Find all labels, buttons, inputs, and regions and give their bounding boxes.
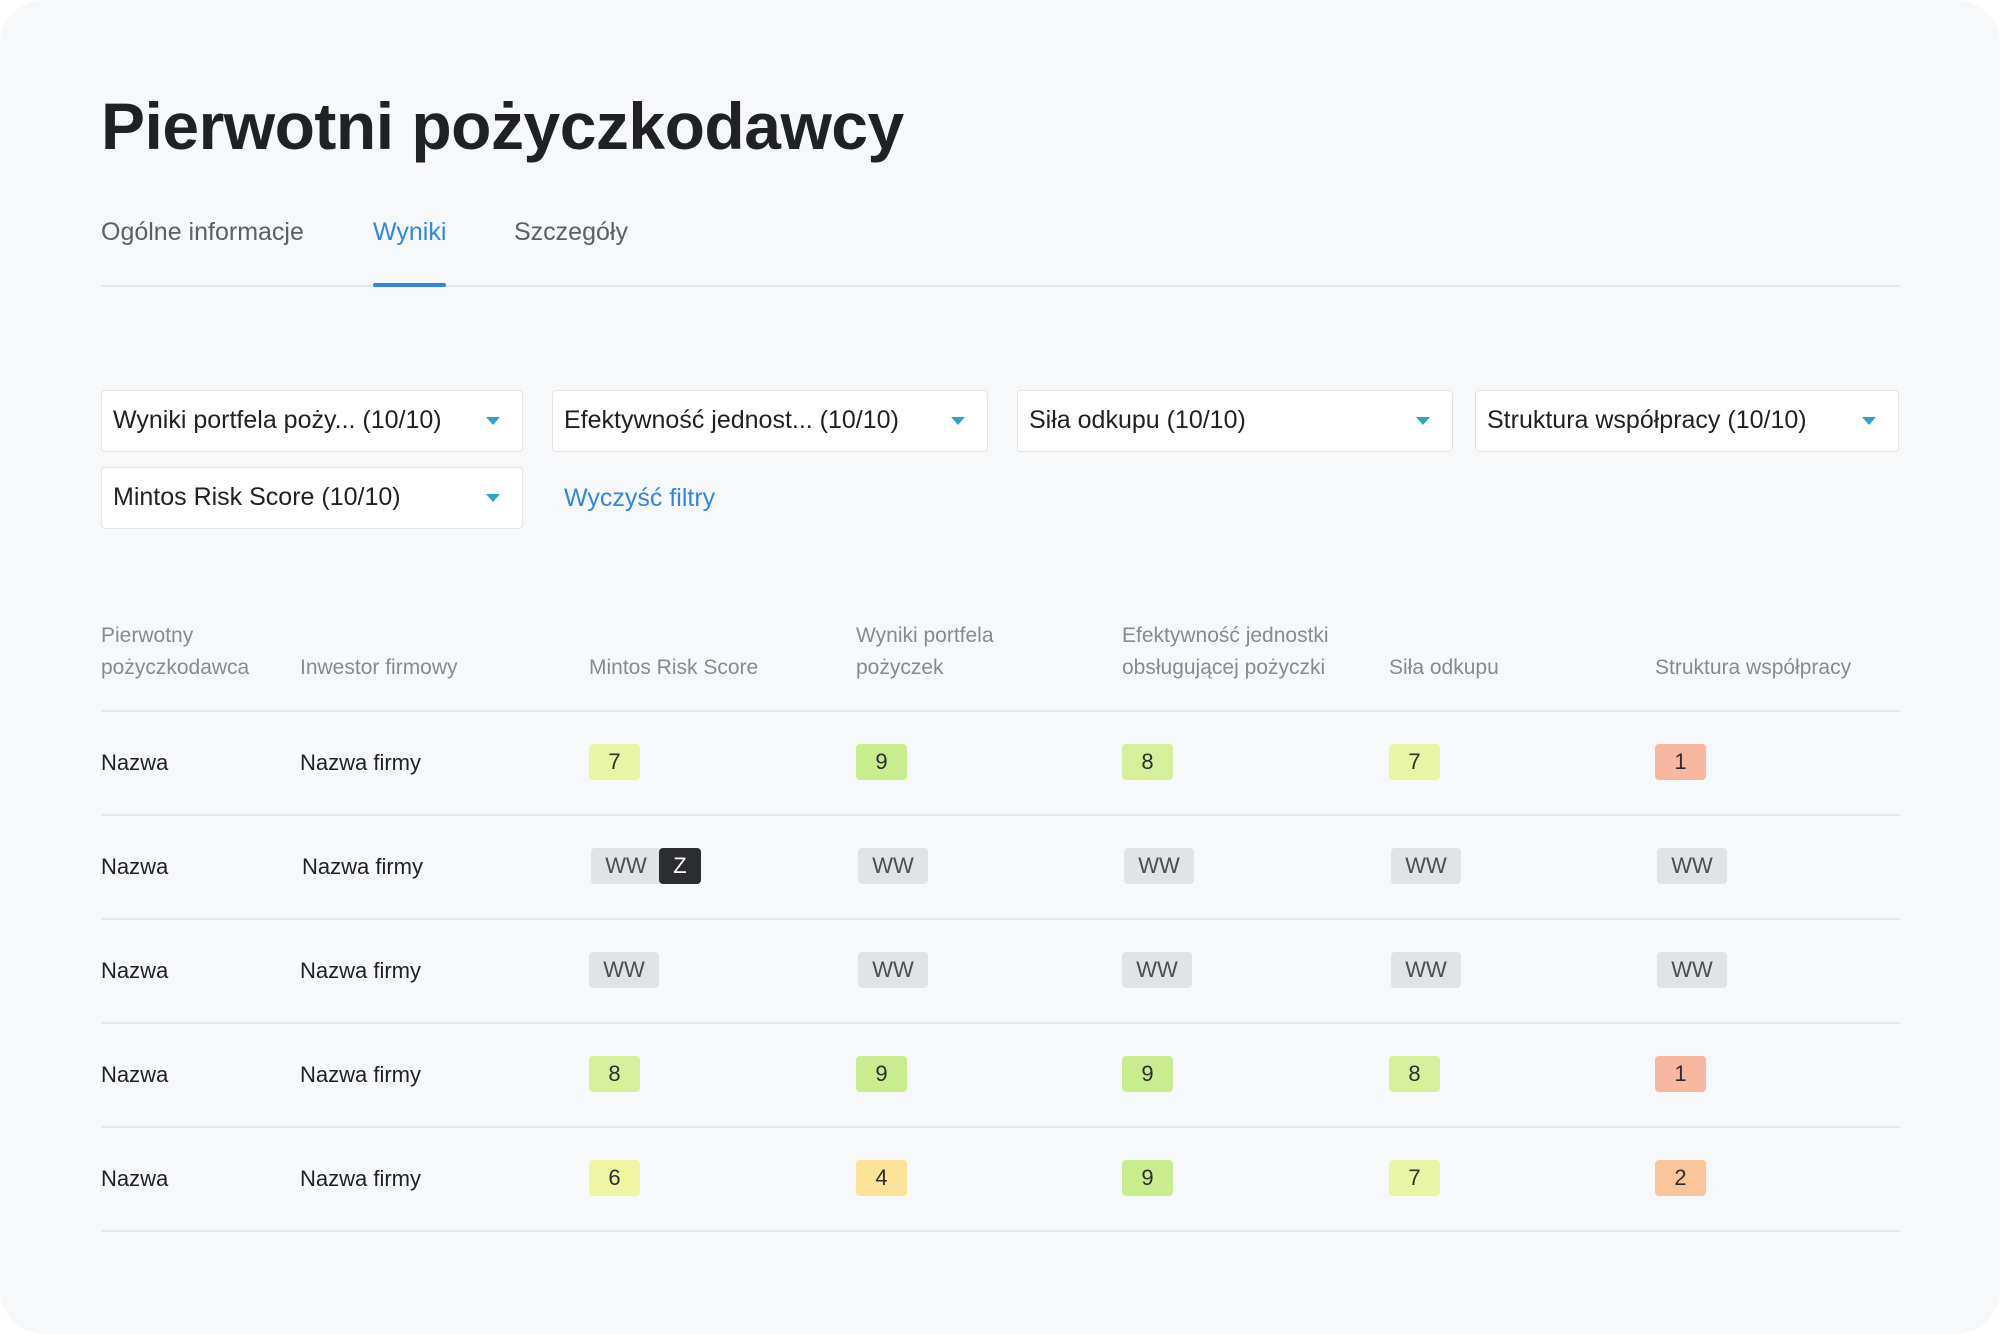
score-badge: 1 [1655,744,1706,780]
filter-label: Struktura współpracy (10/10) [1487,406,1807,434]
column-header-mintos-risk-score[interactable]: Mintos Risk Score [589,620,758,684]
score-badge: 9 [1122,1160,1173,1196]
filter-mintos-risk-score[interactable]: Mintos Risk Score (10/10) [101,467,523,529]
score-badge: 6 [589,1160,640,1196]
tab-results[interactable]: Wyniki [373,212,447,287]
score-badge: 9 [856,744,907,780]
table-row[interactable]: Nazwa Nazwa firmy WW Z WW WW WW WW [101,814,1900,918]
header-line: Pierwotny [101,624,194,647]
table-row[interactable]: Nazwa Nazwa firmy 7 9 8 7 1 [101,710,1900,814]
column-header-cooperation-structure[interactable]: Struktura współpracy [1655,620,1851,684]
chevron-down-icon [486,417,500,425]
header-line: pożyczkodawca [101,656,250,679]
score-badge: 8 [1389,1056,1440,1092]
header-line [300,620,458,652]
filter-servicer-efficiency[interactable]: Efektywność jednost... (10/10) [552,390,988,452]
company-name: Nazwa firmy [300,1166,422,1191]
header-line: Mintos Risk Score [589,656,759,679]
header-line [1655,620,1851,652]
lender-name: Nazwa [101,750,169,775]
score-badge: 7 [589,744,640,780]
score-badge: 2 [1655,1160,1706,1196]
score-badge: 7 [1389,1160,1440,1196]
filter-label: Efektywność jednost... (10/10) [564,406,899,434]
score-badge: WW [1391,952,1461,988]
tab-general-info[interactable]: Ogólne informacje [101,212,304,285]
lender-name: Nazwa [101,1166,169,1191]
tab-bar: Ogólne informacje Wyniki Szczegóły [101,212,1900,287]
lender-name: Nazwa [101,854,169,879]
chevron-down-icon [486,494,500,502]
header-line: Struktura współpracy [1655,656,1852,679]
filter-label: Mintos Risk Score (10/10) [113,483,401,511]
clear-filters-link[interactable]: Wyczyść filtry [564,478,715,518]
score-badge: WW [1657,848,1727,884]
score-badge: 8 [1122,744,1173,780]
score-badge: WW [591,848,661,884]
table-row[interactable]: Nazwa Nazwa firmy WW WW WW WW WW [101,918,1900,1022]
column-header-servicer-efficiency[interactable]: Efektywność jednostki obsługującej pożyc… [1122,620,1329,684]
chevron-down-icon [1416,417,1430,425]
company-name: Nazwa firmy [300,750,422,775]
column-header-buyback-strength[interactable]: Siła odkupu [1389,620,1499,684]
filter-buyback-strength[interactable]: Siła odkupu (10/10) [1017,390,1453,452]
score-badge: WW [1122,952,1192,988]
status-badge: Z [659,848,701,884]
header-line [589,620,758,652]
tab-details[interactable]: Szczegóły [514,212,628,285]
score-badge: 1 [1655,1056,1706,1092]
table-row[interactable]: Nazwa Nazwa firmy 8 9 9 8 1 [101,1022,1900,1126]
company-name: Nazwa firmy [302,854,424,879]
header-line: Wyniki portfela [856,624,994,647]
score-badge: WW [1124,848,1194,884]
chevron-down-icon [951,417,965,425]
column-header-lender[interactable]: Pierwotny pożyczkodawca [101,620,249,684]
filter-label: Siła odkupu (10/10) [1029,406,1246,434]
score-badge: 9 [856,1056,907,1092]
company-name: Nazwa firmy [300,1062,422,1087]
header-line [1389,620,1499,652]
filter-cooperation-structure[interactable]: Struktura współpracy (10/10) [1475,390,1899,452]
header-line: obsługującej pożyczki [1122,656,1326,679]
lender-name: Nazwa [101,1062,169,1087]
score-badge: WW [1657,952,1727,988]
score-badge: 8 [589,1056,640,1092]
score-badge: 7 [1389,744,1440,780]
score-badge: 4 [856,1160,907,1196]
column-header-company-investor[interactable]: Inwestor firmowy [300,620,458,684]
score-badge: WW [1391,848,1461,884]
page-card: Pierwotni pożyczkodawcy Ogólne informacj… [0,0,2000,1334]
score-badge: WW [858,952,928,988]
column-header-portfolio-performance[interactable]: Wyniki portfela pożyczek [856,620,994,684]
table-row[interactable]: Nazwa Nazwa firmy 6 4 9 7 2 [101,1126,1900,1232]
score-badge: WW [589,952,659,988]
score-badge: 9 [1122,1056,1173,1092]
lender-name: Nazwa [101,958,169,983]
header-line: Efektywność jednostki [1122,624,1329,647]
page-title: Pierwotni pożyczkodawcy [101,89,904,163]
chevron-down-icon [1862,417,1876,425]
header-line: Siła odkupu [1389,656,1499,679]
score-badge: WW [858,848,928,884]
header-line: pożyczek [856,656,944,679]
company-name: Nazwa firmy [300,958,422,983]
header-line: Inwestor firmowy [300,656,458,679]
filter-label: Wyniki portfela poży... (10/10) [113,406,442,434]
filter-portfolio-performance[interactable]: Wyniki portfela poży... (10/10) [101,390,523,452]
